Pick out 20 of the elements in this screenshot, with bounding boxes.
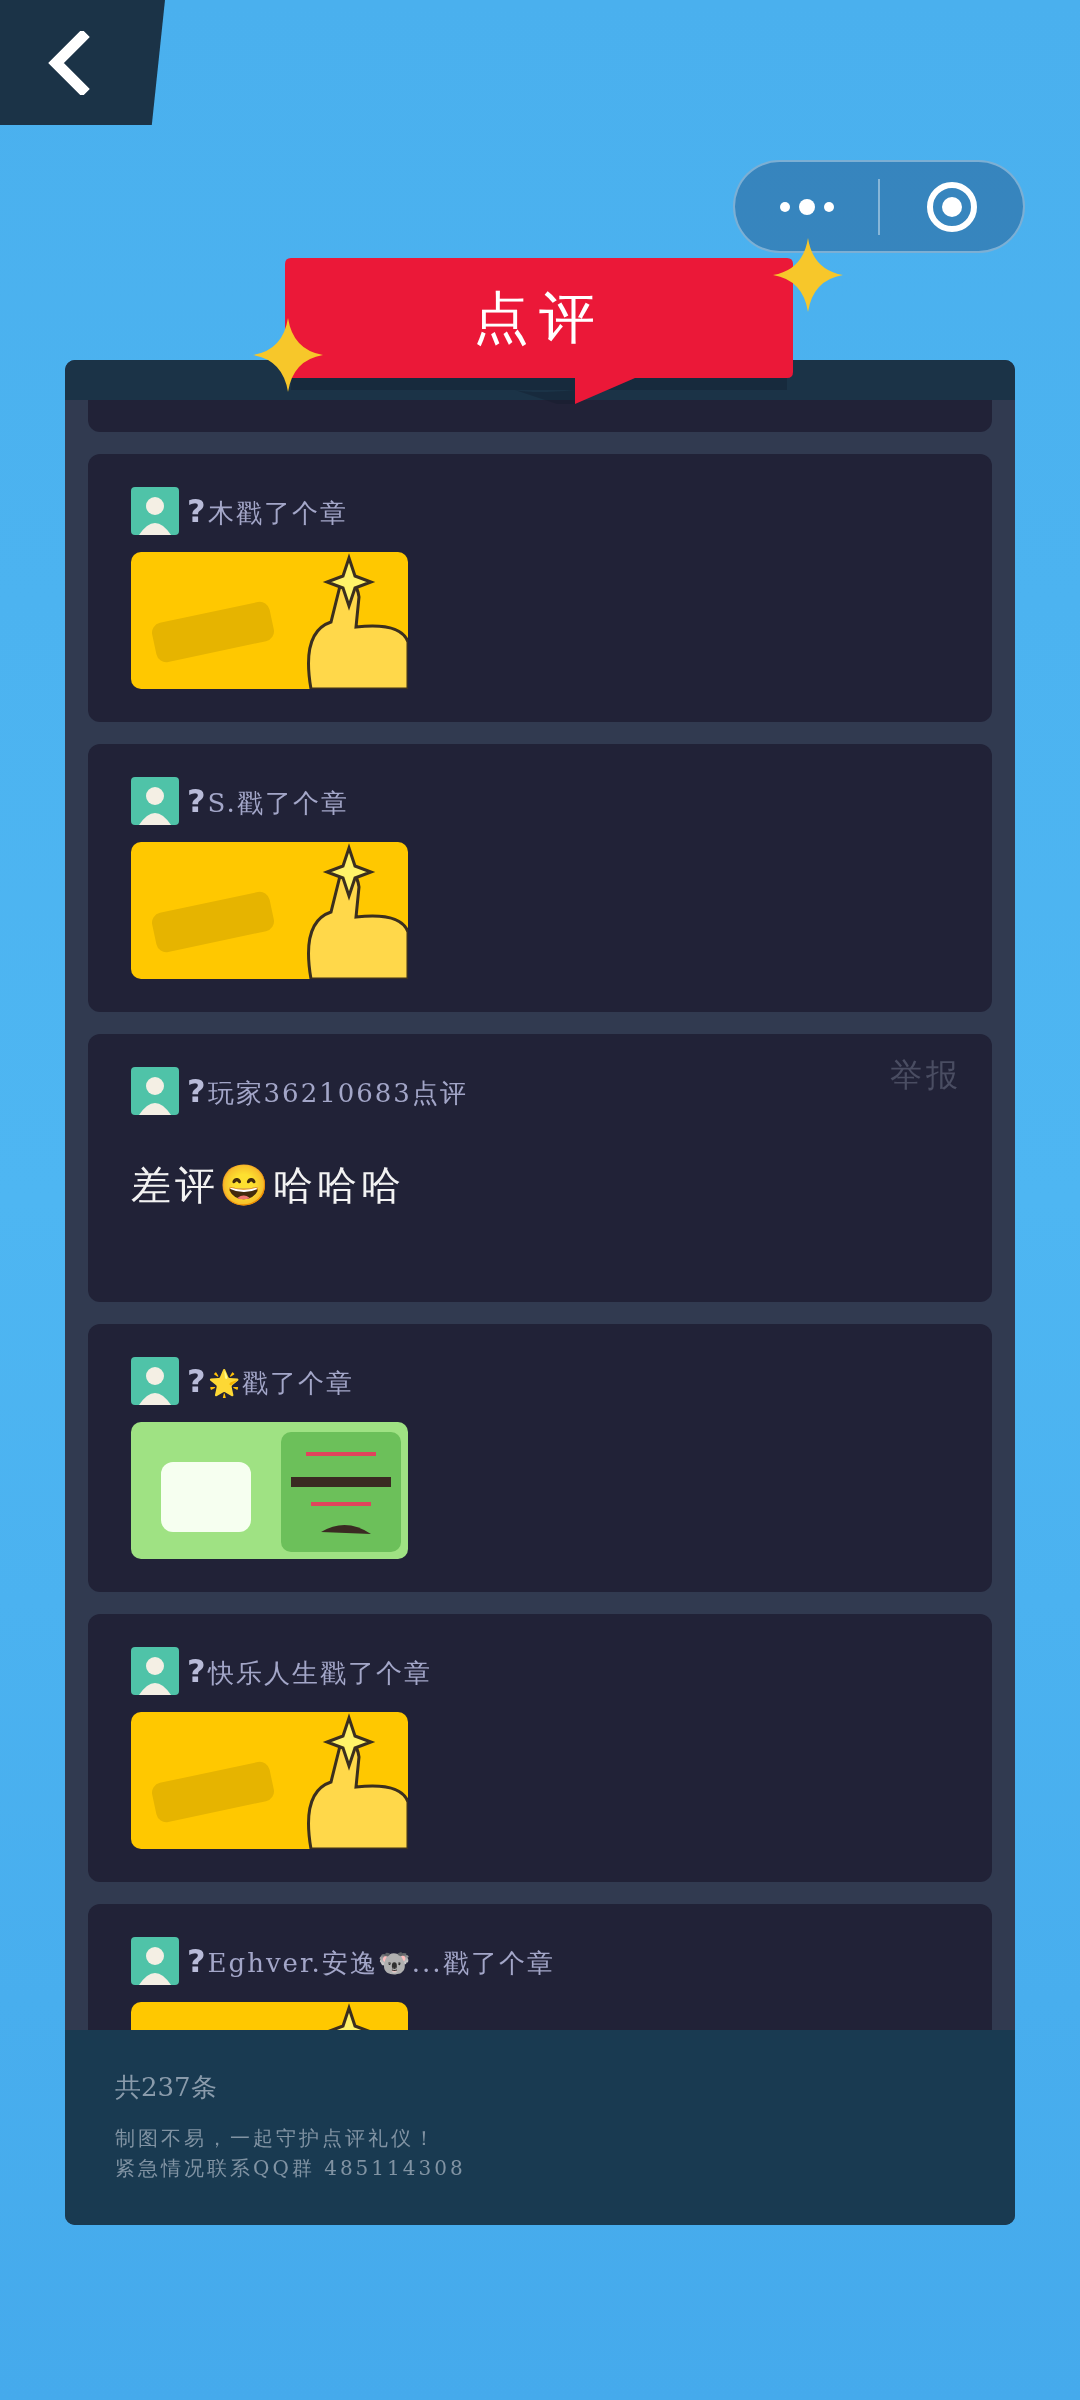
- avatar-icon: [131, 1937, 179, 1985]
- back-button[interactable]: [0, 0, 165, 125]
- avatar-icon: [131, 487, 179, 535]
- notice-text: 紧急情况联系QQ群 485114308: [115, 2155, 467, 2182]
- user-action-text: ?快乐人生戳了个章: [187, 1651, 432, 1691]
- user-action-text: ?木戳了个章: [187, 491, 348, 531]
- user-action-text: ?玩家36210683点评: [187, 1071, 468, 1111]
- user-action-text: ?Eghver.安逸🐨...戳了个章: [187, 1941, 555, 1981]
- sparkle-icon: [773, 238, 843, 312]
- total-count: 共237条: [115, 2071, 218, 2104]
- comment-text: 差评😄哈哈哈: [131, 1161, 406, 1210]
- avatar-icon: [131, 1067, 179, 1115]
- avatar-icon: [131, 1647, 179, 1695]
- user-action-text: ?🌟戳了个章: [187, 1361, 354, 1401]
- avatar-icon: [131, 777, 179, 825]
- page-title: 点评: [472, 284, 606, 352]
- user-action-text: ?S.戳了个章: [187, 781, 349, 821]
- notice-text: 制图不易，一起守护点评礼仪！: [115, 2125, 438, 2152]
- sparkle-icon: [253, 318, 323, 392]
- avatar-icon: [131, 1357, 179, 1405]
